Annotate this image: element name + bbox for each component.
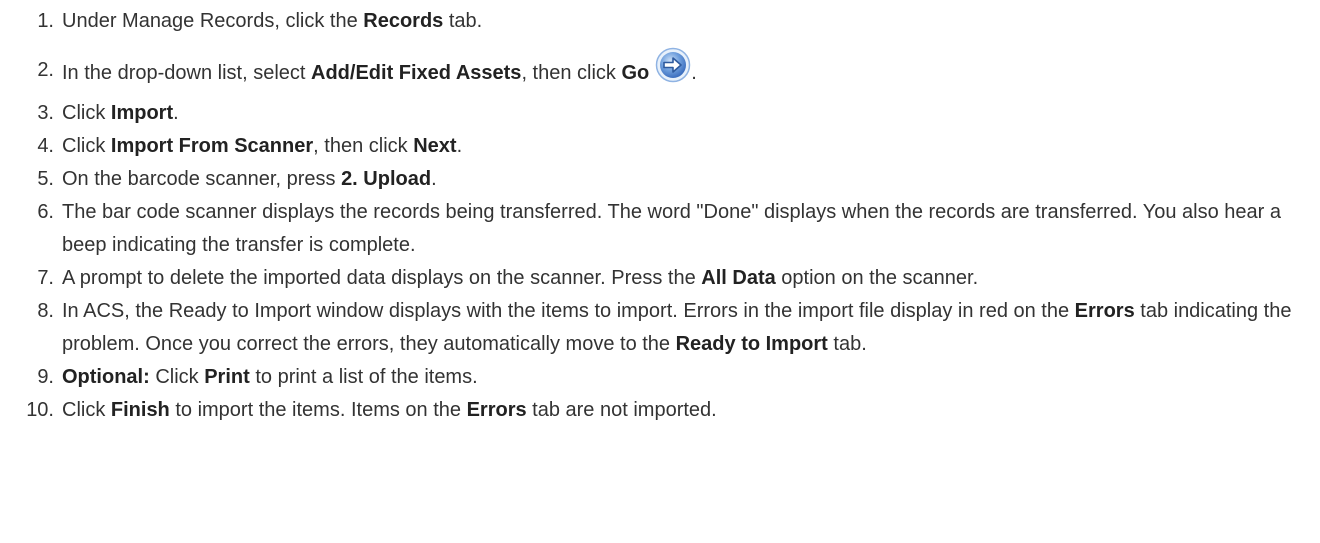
ui-term-next: Next (413, 135, 457, 157)
ui-term-ready-to-import: Ready to Import (675, 333, 828, 355)
step-8: 8. In ACS, the Ready to Import window di… (0, 295, 1320, 361)
step-2: 2. In the drop-down list, select Add/Edi… (0, 47, 1320, 97)
step-number: 4. (37, 135, 54, 157)
ui-term-go: Go (621, 62, 650, 84)
step-6: 6. The bar code scanner displays the rec… (0, 196, 1320, 262)
instruction-steps-list: 1. Under Manage Records, click the Recor… (0, 5, 1320, 427)
step-text: A prompt to delete the imported data dis… (62, 267, 979, 289)
ui-term-records: Records (363, 10, 444, 32)
step-5: 5. On the barcode scanner, press 2. Uplo… (0, 163, 1320, 196)
step-number: 9. (37, 366, 54, 388)
step-number: 7. (37, 267, 54, 289)
step-text: On the barcode scanner, press 2. Upload. (62, 168, 437, 190)
step-9: 9. Optional: Click Print to print a list… (0, 361, 1320, 394)
step-text: In ACS, the Ready to Import window displ… (62, 300, 1292, 355)
step-text: Click Import From Scanner, then click Ne… (62, 135, 463, 157)
step-3: 3. Click Import. (0, 97, 1320, 130)
step-text: Under Manage Records, click the Records … (62, 10, 483, 32)
optional-label: Optional: (62, 366, 150, 388)
ui-term-import-from-scanner: Import From Scanner (110, 135, 314, 157)
step-number: 1. (37, 10, 54, 32)
ui-term-all-data: All Data (701, 267, 776, 289)
step-text: In the drop-down list, select Add/Edit F… (62, 47, 697, 84)
step-number: 3. (37, 102, 54, 124)
ui-term-upload: 2. Upload (341, 168, 432, 190)
step-text: The bar code scanner displays the record… (62, 201, 1281, 256)
ui-term-finish: Finish (110, 399, 170, 421)
step-1: 1. Under Manage Records, click the Recor… (0, 5, 1320, 38)
ui-term-import: Import (110, 102, 174, 124)
go-arrow-icon-svg (656, 47, 691, 83)
ui-term-print: Print (204, 366, 250, 388)
ui-term-errors: Errors (466, 399, 527, 421)
step-10: 10. Click Finish to import the items. It… (0, 394, 1320, 427)
ui-term-add-edit-fixed-assets: Add/Edit Fixed Assets (311, 62, 522, 84)
go-arrow-icon (655, 47, 691, 83)
step-text: Click Import. (62, 102, 179, 124)
step-number: 10. (26, 399, 54, 421)
step-4: 4. Click Import From Scanner, then click… (0, 130, 1320, 163)
ui-term-errors: Errors (1074, 300, 1135, 322)
step-text: Optional: Click Print to print a list of… (62, 366, 478, 388)
step-number: 8. (37, 300, 54, 322)
step-7: 7. A prompt to delete the imported data … (0, 262, 1320, 295)
step-number: 6. (37, 201, 54, 223)
step-number: 2. (37, 59, 54, 81)
step-number: 5. (37, 168, 54, 190)
step-text: Click Finish to import the items. Items … (62, 399, 717, 421)
